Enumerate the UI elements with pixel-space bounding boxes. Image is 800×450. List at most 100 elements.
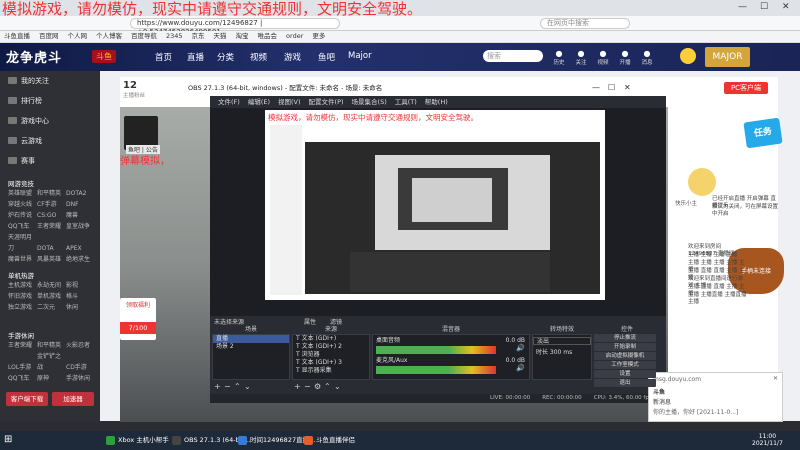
sidebar-category[interactable]: 休闲 bbox=[66, 302, 95, 313]
control-button[interactable]: 退出 bbox=[594, 379, 656, 387]
sidebar-category[interactable]: DNF bbox=[66, 199, 95, 210]
msg-icon[interactable]: ● 消息 bbox=[640, 49, 654, 66]
sidebar-category[interactable]: 手游休闲 bbox=[66, 373, 95, 384]
sidebar-category[interactable]: 原神 bbox=[37, 373, 66, 384]
sidebar-category[interactable]: 魔兽世界 bbox=[8, 254, 37, 265]
sidebar-category[interactable]: 主机游戏 bbox=[8, 280, 37, 291]
obs-menu-item[interactable]: 视图(V) bbox=[278, 98, 301, 106]
bookmark-item[interactable]: 唯品会 bbox=[258, 32, 278, 40]
windows-start-icon[interactable]: ⊞ bbox=[4, 434, 16, 446]
sidebar-category[interactable]: QQ飞车 bbox=[8, 373, 37, 384]
control-button[interactable]: 停止推流 bbox=[594, 334, 656, 342]
bookmark-item[interactable]: 百度网 bbox=[39, 32, 59, 40]
bookmark-item[interactable]: 百度导航 bbox=[131, 32, 157, 40]
sidebar-category[interactable]: 炉石传说 bbox=[8, 210, 37, 221]
sidebar-category[interactable]: 天涯明月刀 bbox=[8, 232, 37, 254]
douyu-search-input[interactable]: 搜索 bbox=[483, 50, 543, 62]
client-download-button[interactable]: 客户端下载 bbox=[6, 392, 48, 406]
control-button[interactable]: 设置 bbox=[594, 370, 656, 378]
notif-close-icon[interactable]: ✕ bbox=[773, 375, 778, 382]
sidebar-item[interactable]: 排行榜 bbox=[8, 96, 42, 106]
sidebar-category[interactable]: DOTA bbox=[37, 243, 66, 254]
live-icon[interactable]: ● 开播 bbox=[618, 49, 632, 66]
sidebar-item[interactable]: 赛事 bbox=[8, 156, 35, 166]
scene-item[interactable]: 场景 2 bbox=[213, 343, 289, 351]
nav-item[interactable]: 分类 bbox=[217, 51, 234, 63]
douyu-logo[interactable]: 龙争虎斗 bbox=[6, 47, 62, 66]
obs-menu-item[interactable]: 文件(F) bbox=[218, 98, 240, 106]
sidebar-category[interactable]: 王者荣耀 bbox=[8, 340, 37, 351]
scene-tool-icon[interactable]: + bbox=[214, 382, 221, 391]
source-tool-icon[interactable]: + bbox=[294, 382, 301, 391]
bookmark-item[interactable]: order bbox=[286, 32, 303, 40]
pc-client-button[interactable]: PC客户端 bbox=[724, 82, 768, 94]
sidebar-category[interactable]: CS:GO bbox=[37, 210, 66, 221]
scene-tool-icon[interactable]: ⌃ bbox=[234, 382, 241, 391]
obs-menu-item[interactable]: 配置文件(P) bbox=[309, 98, 344, 106]
sidebar-category[interactable]: 格斗 bbox=[66, 291, 95, 302]
sidebar-category[interactable]: 独立游戏 bbox=[8, 302, 37, 313]
obs-menu-item[interactable]: 编辑(E) bbox=[248, 98, 270, 106]
sidebar-category[interactable]: 风暴英雄 bbox=[37, 254, 66, 265]
source-item[interactable]: T 浏览器 bbox=[293, 351, 369, 359]
accelerator-button[interactable]: 加速器 bbox=[52, 392, 94, 406]
nav-item[interactable]: 直播 bbox=[187, 51, 204, 63]
sidebar-category[interactable]: 王者荣耀 bbox=[37, 221, 66, 232]
speaker-icon[interactable]: 🔊 bbox=[516, 364, 525, 372]
source-item[interactable]: T 文本 (GDI+) 2 bbox=[293, 343, 369, 351]
sidebar-category[interactable]: 英雄联盟 bbox=[8, 188, 37, 199]
video-icon[interactable]: ● 视频 bbox=[596, 49, 610, 66]
user-avatar[interactable] bbox=[680, 48, 696, 64]
bookmark-item[interactable]: 天猫 bbox=[214, 32, 227, 40]
sidebar-category[interactable]: 单机游戏 bbox=[37, 291, 66, 302]
taskbar-app[interactable]: Xbox 主机小帮手 bbox=[104, 433, 169, 448]
scene-item[interactable]: 直播 bbox=[213, 335, 289, 343]
obs-maximize-icon[interactable]: ☐ bbox=[608, 82, 615, 94]
sidebar-category[interactable]: 和平精英 bbox=[37, 188, 66, 199]
sidebar-category[interactable]: 永劫无间 bbox=[37, 280, 66, 291]
nav-item[interactable]: 鱼吧 bbox=[318, 51, 335, 63]
sidebar-category[interactable]: 金铲铲之战 bbox=[37, 351, 66, 373]
taskbar-app[interactable]: 斗鱼直播伴侣 bbox=[302, 433, 355, 448]
sidebar-category[interactable]: 火影忍者 bbox=[66, 340, 95, 351]
nav-item[interactable]: 游戏 bbox=[284, 51, 301, 63]
sidebar-category[interactable]: CD手游 bbox=[66, 362, 95, 373]
sidebar-category[interactable]: 怀旧游戏 bbox=[8, 291, 37, 302]
speaker-icon[interactable]: 🔊 bbox=[516, 344, 525, 352]
sidebar-item[interactable]: 我的关注 bbox=[8, 76, 49, 86]
sidebar-category[interactable]: CF手游 bbox=[37, 199, 66, 210]
task-sticker[interactable]: 任务 bbox=[743, 117, 783, 149]
source-tool-icon[interactable]: − bbox=[304, 382, 311, 391]
bookmark-item[interactable]: 京东 bbox=[192, 32, 205, 40]
taskbar-clock[interactable]: 11:00 2021/11/7 bbox=[752, 433, 783, 447]
nav-item[interactable]: Major bbox=[348, 51, 372, 61]
sidebar-category[interactable]: 和平精英 bbox=[37, 340, 66, 351]
nav-item[interactable]: 视频 bbox=[250, 51, 267, 63]
obs-menu-item[interactable]: 场景集合(S) bbox=[352, 98, 387, 106]
control-button[interactable]: 工作室模式 bbox=[594, 361, 656, 369]
bookmark-item[interactable]: 更多 bbox=[312, 32, 325, 40]
scene-tool-icon[interactable]: ⌄ bbox=[244, 382, 251, 391]
history-icon[interactable]: ● 历史 bbox=[552, 49, 566, 66]
sidebar-category[interactable]: 皇室战争 bbox=[66, 221, 95, 232]
sidebar-category[interactable]: APEX bbox=[66, 243, 95, 254]
sidebar-category[interactable]: LOL手游 bbox=[8, 362, 37, 373]
source-item[interactable]: T 文本 (GDI+) bbox=[293, 335, 369, 343]
obs-minimize-icon[interactable]: — bbox=[592, 82, 600, 94]
bookmark-item[interactable]: 斗鱼直播 bbox=[4, 32, 30, 40]
source-tool-icon[interactable]: ⌄ bbox=[334, 382, 341, 391]
sidebar-category[interactable]: 影视 bbox=[66, 280, 95, 291]
source-tool-icon[interactable]: ⌃ bbox=[324, 382, 331, 391]
nav-item[interactable]: 首页 bbox=[155, 51, 172, 63]
sidebar-category[interactable]: QQ飞车 bbox=[8, 221, 37, 232]
bookmark-item[interactable]: 个人网 bbox=[68, 32, 88, 40]
sidebar-category[interactable]: 魔兽 bbox=[66, 210, 95, 221]
transition-type-select[interactable]: 淡出 bbox=[533, 337, 591, 345]
sidebar-item[interactable]: 云游戏 bbox=[8, 136, 42, 146]
sidebar-category[interactable]: 二次元 bbox=[37, 302, 66, 313]
duration-input[interactable]: 300 ms bbox=[550, 349, 572, 356]
bookmark-item[interactable]: 淘宝 bbox=[236, 32, 249, 40]
filters-button[interactable]: 滤镜 bbox=[330, 317, 342, 326]
source-item[interactable]: T 显示器采集 bbox=[293, 367, 369, 375]
bookmark-item[interactable]: 个人博客 bbox=[96, 32, 122, 40]
